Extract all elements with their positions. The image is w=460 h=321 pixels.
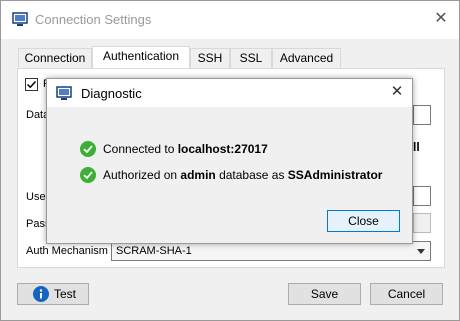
test-button-label: Test [54, 287, 77, 301]
auth-mechanism-select[interactable]: SCRAM-SHA-1 [111, 241, 431, 261]
database-input[interactable] [413, 105, 431, 125]
window-title: Connection Settings [35, 12, 152, 27]
check-icon [80, 167, 96, 183]
perform-auth-checkbox[interactable] [25, 78, 38, 91]
dialog-title: Diagnostic [81, 86, 142, 101]
right-partial-text: ll [413, 140, 420, 154]
password-input[interactable] [413, 213, 431, 233]
checkmark-icon [26, 80, 37, 89]
window-icon [12, 12, 28, 26]
save-button[interactable]: Save [288, 283, 361, 305]
message-text: Connected to localhost:27017 [103, 142, 268, 156]
tab-authentication[interactable]: Authentication [92, 46, 190, 69]
tab-advanced[interactable]: Advanced [272, 48, 341, 68]
window-titlebar: Connection Settings ✕ [1, 1, 459, 39]
test-button[interactable]: Test [17, 283, 89, 305]
message-text: Authorized on admin database as SSAdmini… [103, 168, 383, 182]
dropdown-arrow-icon [417, 249, 425, 254]
tab-connection[interactable]: Connection [18, 48, 92, 68]
cancel-button[interactable]: Cancel [370, 283, 443, 305]
tab-ssl[interactable]: SSL [230, 48, 272, 68]
diagnostic-dialog: Diagnostic ✕ Connected to localhost:2701… [46, 78, 413, 244]
tab-ssh[interactable]: SSH [190, 48, 230, 68]
close-button[interactable]: Close [327, 210, 400, 232]
auth-mechanism-label: Auth Mechanism [26, 245, 108, 257]
dialog-titlebar: Diagnostic ✕ [47, 79, 412, 107]
user-name-input[interactable] [413, 186, 431, 206]
close-icon[interactable]: ✕ [389, 83, 405, 101]
info-icon [33, 286, 49, 302]
close-icon[interactable]: ✕ [432, 10, 450, 28]
window-icon [56, 86, 72, 100]
check-icon [80, 141, 96, 157]
auth-mechanism-value: SCRAM-SHA-1 [116, 245, 192, 257]
